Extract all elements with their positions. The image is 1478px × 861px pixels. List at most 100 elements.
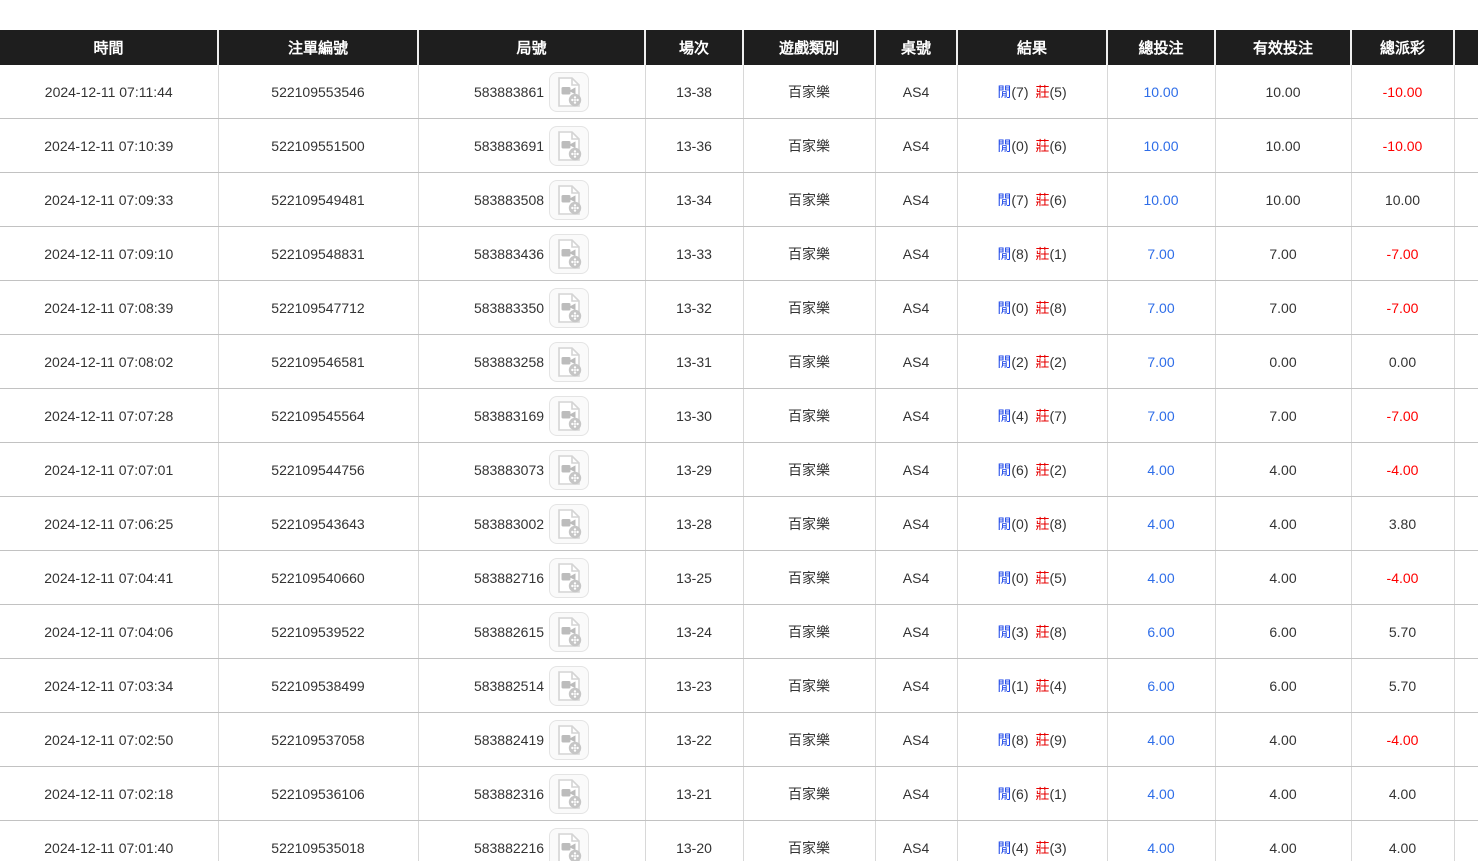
video-replay-button[interactable] (549, 720, 589, 760)
video-file-icon (551, 452, 587, 488)
video-replay-button[interactable] (549, 666, 589, 706)
valid-bet-cell: 7.00 (1215, 389, 1351, 443)
banker-result-label: 莊 (1036, 408, 1050, 424)
column-header-table-no: 桌號 (875, 30, 957, 65)
table-row: 2024-12-11 07:02:18 522109536106 5838823… (0, 767, 1478, 821)
round-id-text: 583883169 (474, 408, 544, 424)
table-row: 2024-12-11 07:02:50 522109537058 5838824… (0, 713, 1478, 767)
player-result-label: 閒 (997, 246, 1011, 262)
video-file-icon (551, 506, 587, 542)
bet-id-cell: 522109537058 (218, 713, 418, 767)
video-replay-button[interactable] (549, 288, 589, 328)
total-bet-cell: 4.00 (1107, 821, 1215, 861)
game-type-cell: 百家樂 (743, 497, 875, 551)
session-cell: 13-36 (645, 119, 743, 173)
total-payout-cell: 5.70 (1351, 605, 1454, 659)
valid-bet-cell: 4.00 (1215, 821, 1351, 861)
bet-id-cell: 522109545564 (218, 389, 418, 443)
overflow-cell (1454, 335, 1478, 389)
player-result-label: 閒 (997, 570, 1011, 586)
video-replay-button[interactable] (549, 612, 589, 652)
round-cell: 583882419 (418, 713, 645, 767)
video-file-icon (551, 128, 587, 164)
banker-result-label: 莊 (1036, 462, 1050, 478)
total-payout-cell: -7.00 (1351, 227, 1454, 281)
banker-result-label: 莊 (1036, 516, 1050, 532)
video-replay-button[interactable] (549, 234, 589, 274)
video-replay-button[interactable] (549, 774, 589, 814)
total-payout-cell: 10.00 (1351, 173, 1454, 227)
player-result-label: 閒 (997, 138, 1011, 154)
result-cell: 閒0莊8 (957, 281, 1107, 335)
round-id-text: 583883002 (474, 516, 544, 532)
column-header-time: 時間 (0, 30, 218, 65)
bet-id-cell: 522109539522 (218, 605, 418, 659)
time-cell: 2024-12-11 07:02:18 (0, 767, 218, 821)
banker-result-label: 莊 (1036, 786, 1050, 802)
banker-result-label: 莊 (1036, 354, 1050, 370)
table-no-cell: AS4 (875, 119, 957, 173)
result-cell: 閒7莊5 (957, 65, 1107, 119)
overflow-cell (1454, 389, 1478, 443)
table-row: 2024-12-11 07:04:41 522109540660 5838827… (0, 551, 1478, 605)
valid-bet-cell: 7.00 (1215, 227, 1351, 281)
result-cell: 閒4莊3 (957, 821, 1107, 861)
banker-score: 9 (1050, 732, 1067, 748)
total-payout-cell: 4.00 (1351, 821, 1454, 861)
round-cell: 583883169 (418, 389, 645, 443)
bet-id-cell: 522109544756 (218, 443, 418, 497)
video-replay-button[interactable] (549, 504, 589, 544)
result-cell: 閒8莊9 (957, 713, 1107, 767)
banker-score: 7 (1050, 408, 1067, 424)
video-replay-button[interactable] (549, 558, 589, 598)
table-no-cell: AS4 (875, 227, 957, 281)
session-cell: 13-25 (645, 551, 743, 605)
banker-score: 8 (1050, 516, 1067, 532)
round-cell: 583882216 (418, 821, 645, 861)
table-no-cell: AS4 (875, 389, 957, 443)
table-no-cell: AS4 (875, 767, 957, 821)
total-payout-cell: -10.00 (1351, 65, 1454, 119)
video-replay-button[interactable] (549, 72, 589, 112)
video-replay-button[interactable] (549, 450, 589, 490)
video-file-icon (551, 236, 587, 272)
overflow-cell (1454, 713, 1478, 767)
player-score: 8 (1011, 246, 1028, 262)
overflow-cell (1454, 227, 1478, 281)
video-replay-button[interactable] (549, 180, 589, 220)
time-cell: 2024-12-11 07:10:39 (0, 119, 218, 173)
total-bet-cell: 4.00 (1107, 767, 1215, 821)
video-replay-button[interactable] (549, 342, 589, 382)
player-score: 0 (1011, 300, 1028, 316)
bet-id-cell: 522109543643 (218, 497, 418, 551)
video-replay-button[interactable] (549, 396, 589, 436)
valid-bet-cell: 4.00 (1215, 551, 1351, 605)
player-result-label: 閒 (997, 462, 1011, 478)
bet-id-cell: 522109547712 (218, 281, 418, 335)
round-id-text: 583882216 (474, 840, 544, 856)
result-cell: 閒0莊8 (957, 497, 1107, 551)
session-cell: 13-22 (645, 713, 743, 767)
round-cell: 583883350 (418, 281, 645, 335)
video-file-icon (551, 722, 587, 758)
banker-result-label: 莊 (1036, 192, 1050, 208)
video-replay-button[interactable] (549, 828, 589, 861)
game-type-cell: 百家樂 (743, 605, 875, 659)
time-cell: 2024-12-11 07:06:25 (0, 497, 218, 551)
video-file-icon (551, 344, 587, 380)
time-cell: 2024-12-11 07:09:33 (0, 173, 218, 227)
column-header-game-type: 遊戲類別 (743, 30, 875, 65)
total-payout-cell: -7.00 (1351, 281, 1454, 335)
player-result-label: 閒 (997, 678, 1011, 694)
game-type-cell: 百家樂 (743, 281, 875, 335)
column-header-session: 場次 (645, 30, 743, 65)
overflow-cell (1454, 119, 1478, 173)
session-cell: 13-28 (645, 497, 743, 551)
table-row: 2024-12-11 07:07:28 522109545564 5838831… (0, 389, 1478, 443)
bet-id-cell: 522109538499 (218, 659, 418, 713)
player-result-label: 閒 (997, 732, 1011, 748)
video-replay-button[interactable] (549, 126, 589, 166)
bet-id-cell: 522109549481 (218, 173, 418, 227)
result-cell: 閒1莊4 (957, 659, 1107, 713)
banker-score: 6 (1050, 138, 1067, 154)
